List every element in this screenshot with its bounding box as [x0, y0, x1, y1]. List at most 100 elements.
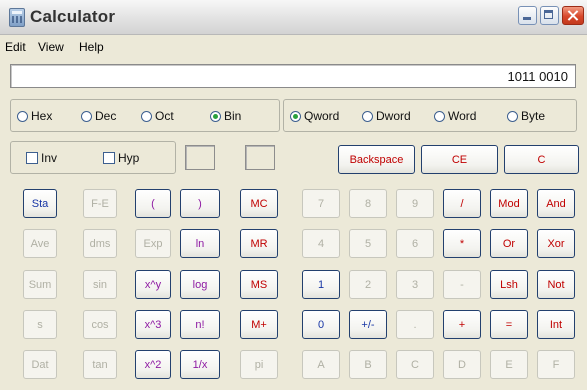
hex-c-button[interactable]: C — [396, 350, 434, 379]
hex-d-button[interactable]: D — [443, 350, 481, 379]
dat-button[interactable]: Dat — [23, 350, 57, 379]
seven-button[interactable]: 7 — [302, 189, 340, 218]
parenthesis-indicator — [185, 145, 215, 170]
radio-byte[interactable]: Byte — [507, 109, 545, 123]
radio-icon — [434, 111, 445, 122]
radio-word[interactable]: Word — [434, 109, 476, 123]
fe-button[interactable]: F-E — [83, 189, 117, 218]
menu-bar: Edit View Help — [0, 37, 587, 57]
one-button[interactable]: 1 — [302, 270, 340, 299]
radio-icon — [17, 111, 28, 122]
menu-view[interactable]: View — [37, 40, 65, 54]
hex-e-button[interactable]: E — [490, 350, 528, 379]
not-button[interactable]: Not — [537, 270, 575, 299]
word-size-group: Qword Dword Word Byte — [283, 99, 577, 132]
decimal-button[interactable]: . — [396, 310, 434, 339]
hyp-label: Hyp — [118, 151, 140, 165]
checkbox-icon — [26, 152, 38, 164]
six-button[interactable]: 6 — [396, 229, 434, 258]
radio-icon — [141, 111, 152, 122]
radio-dword-label: Dword — [376, 109, 411, 123]
multiply-button[interactable]: * — [443, 229, 481, 258]
radio-dec[interactable]: Dec — [81, 109, 116, 123]
title-bar[interactable]: Calculator — [0, 0, 587, 35]
sta-button[interactable]: Sta — [23, 189, 57, 218]
log-button[interactable]: log — [180, 270, 220, 299]
inv-checkbox[interactable]: Inv — [26, 151, 57, 165]
minimize-button[interactable] — [518, 6, 537, 25]
tan-button[interactable]: tan — [83, 350, 117, 379]
ln-button[interactable]: ln — [180, 229, 220, 258]
menu-edit[interactable]: Edit — [4, 40, 27, 54]
ave-button[interactable]: Ave — [23, 229, 57, 258]
menu-help[interactable]: Help — [78, 40, 105, 54]
radio-hex[interactable]: Hex — [17, 109, 52, 123]
radio-bin-label: Bin — [224, 109, 242, 123]
radio-selected-icon — [290, 111, 301, 122]
mod-button[interactable]: Mod — [490, 189, 528, 218]
ce-button[interactable]: CE — [421, 145, 498, 174]
two-button[interactable]: 2 — [349, 270, 387, 299]
exp-button[interactable]: Exp — [135, 229, 171, 258]
zero-button[interactable]: 0 — [302, 310, 340, 339]
radio-oct-label: Oct — [155, 109, 174, 123]
window-title: Calculator — [30, 7, 116, 26]
radio-oct[interactable]: Oct — [141, 109, 174, 123]
mr-button[interactable]: MR — [240, 229, 278, 258]
s-button[interactable]: s — [23, 310, 57, 339]
radio-byte-label: Byte — [521, 109, 546, 123]
xor-button[interactable]: Xor — [537, 229, 575, 258]
radio-qword[interactable]: Qword — [290, 109, 339, 123]
divide-button[interactable]: / — [443, 189, 481, 218]
sin-button[interactable]: sin — [83, 270, 117, 299]
radio-selected-icon — [210, 111, 221, 122]
equals-button[interactable]: = — [490, 310, 528, 339]
hyp-checkbox[interactable]: Hyp — [103, 151, 139, 165]
or-button[interactable]: Or — [490, 229, 528, 258]
calculator-icon — [9, 8, 25, 27]
mc-button[interactable]: MC — [240, 189, 278, 218]
m-plus-button[interactable]: M+ — [240, 310, 278, 339]
subtract-button[interactable]: - — [443, 270, 481, 299]
radio-dword[interactable]: Dword — [362, 109, 411, 123]
eight-button[interactable]: 8 — [349, 189, 387, 218]
hex-b-button[interactable]: B — [349, 350, 387, 379]
radio-hex-label: Hex — [31, 109, 53, 123]
factorial-button[interactable]: n! — [180, 310, 220, 339]
radio-icon — [81, 111, 92, 122]
radio-icon — [362, 111, 373, 122]
cos-button[interactable]: cos — [83, 310, 117, 339]
int-button[interactable]: Int — [537, 310, 575, 339]
hex-f-button[interactable]: F — [537, 350, 575, 379]
open-paren-button[interactable]: ( — [135, 189, 171, 218]
sum-button[interactable]: Sum — [23, 270, 57, 299]
hex-a-button[interactable]: A — [302, 350, 340, 379]
backspace-button[interactable]: Backspace — [338, 145, 415, 174]
three-button[interactable]: 3 — [396, 270, 434, 299]
calculator-window: Calculator Edit View Help 1011 0010 Hex … — [0, 0, 587, 390]
close-paren-button[interactable]: ) — [180, 189, 220, 218]
five-button[interactable]: 5 — [349, 229, 387, 258]
radio-qword-label: Qword — [304, 109, 340, 123]
cube-button[interactable]: x^3 — [135, 310, 171, 339]
ms-button[interactable]: MS — [240, 270, 278, 299]
power-button[interactable]: x^y — [135, 270, 171, 299]
square-button[interactable]: x^2 — [135, 350, 171, 379]
reciprocal-button[interactable]: 1/x — [180, 350, 220, 379]
close-button[interactable] — [562, 6, 584, 25]
number-base-group: Hex Dec Oct Bin — [10, 99, 280, 132]
memory-indicator — [245, 145, 275, 170]
lsh-button[interactable]: Lsh — [490, 270, 528, 299]
add-button[interactable]: + — [443, 310, 481, 339]
radio-bin[interactable]: Bin — [210, 109, 241, 123]
inv-label: Inv — [41, 151, 58, 165]
pi-button[interactable]: pi — [240, 350, 278, 379]
nine-button[interactable]: 9 — [396, 189, 434, 218]
and-button[interactable]: And — [537, 189, 575, 218]
four-button[interactable]: 4 — [302, 229, 340, 258]
maximize-button[interactable] — [540, 6, 559, 25]
clear-button[interactable]: C — [504, 145, 579, 174]
radio-word-label: Word — [448, 109, 477, 123]
sign-button[interactable]: +/- — [349, 310, 387, 339]
dms-button[interactable]: dms — [83, 229, 117, 258]
